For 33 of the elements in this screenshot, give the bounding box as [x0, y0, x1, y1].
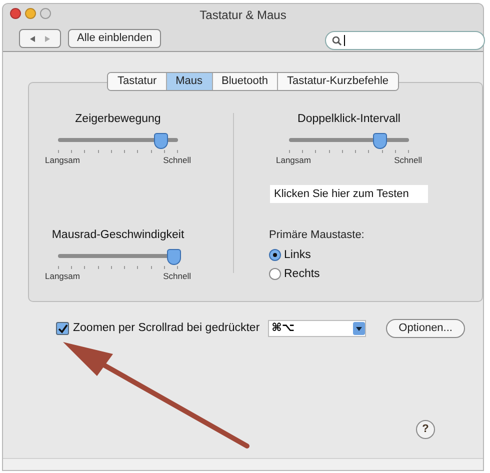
radio-label: Rechts — [284, 266, 320, 282]
search-icon — [332, 36, 342, 46]
back-forward-arrows-icon — [28, 34, 52, 42]
zoom-checkbox[interactable] — [56, 322, 69, 335]
modifier-dropdown[interactable]: ⌘⌥ — [268, 320, 366, 337]
zoom-button[interactable] — [40, 8, 51, 19]
back-forward-buttons[interactable] — [19, 29, 61, 48]
min-label: Langsam — [276, 154, 311, 167]
window-title: Tastatur & Maus — [200, 7, 286, 24]
min-label: Langsam — [45, 154, 80, 167]
checkmark-icon — [58, 324, 68, 334]
test-area[interactable]: Klicken Sie hier zum Testen — [270, 185, 428, 203]
radio-label: Links — [284, 248, 311, 262]
zoom-label: Zoomen per Scrollrad bei gedrückter — [73, 320, 260, 336]
show-all-button[interactable]: Alle einblenden — [68, 29, 162, 48]
slider-thumb[interactable] — [373, 133, 388, 150]
max-label: Schnell — [163, 154, 191, 167]
help-button[interactable]: ? — [416, 420, 435, 439]
slider-title: Doppelklick-Intervall — [298, 112, 400, 127]
options-button[interactable]: Optionen... — [386, 319, 466, 338]
max-label: Schnell — [394, 154, 422, 167]
slider-thumb[interactable] — [154, 133, 168, 150]
minimize-button[interactable] — [25, 8, 36, 19]
slider-title: Zeigerbewegung — [75, 112, 161, 127]
close-button[interactable] — [10, 8, 21, 19]
max-label: Schnell — [163, 270, 191, 283]
tab[interactable]: Tastatur-Kurzbefehle — [277, 73, 398, 90]
search-field[interactable] — [325, 31, 485, 50]
min-label: Langsam — [45, 270, 80, 283]
slider-title: Mausrad-Geschwindigkeit — [52, 228, 184, 243]
tab[interactable]: Maus — [166, 73, 212, 90]
slider-thumb[interactable] — [167, 249, 182, 266]
primary-button-label: Primäre Maustaste: — [269, 228, 364, 243]
